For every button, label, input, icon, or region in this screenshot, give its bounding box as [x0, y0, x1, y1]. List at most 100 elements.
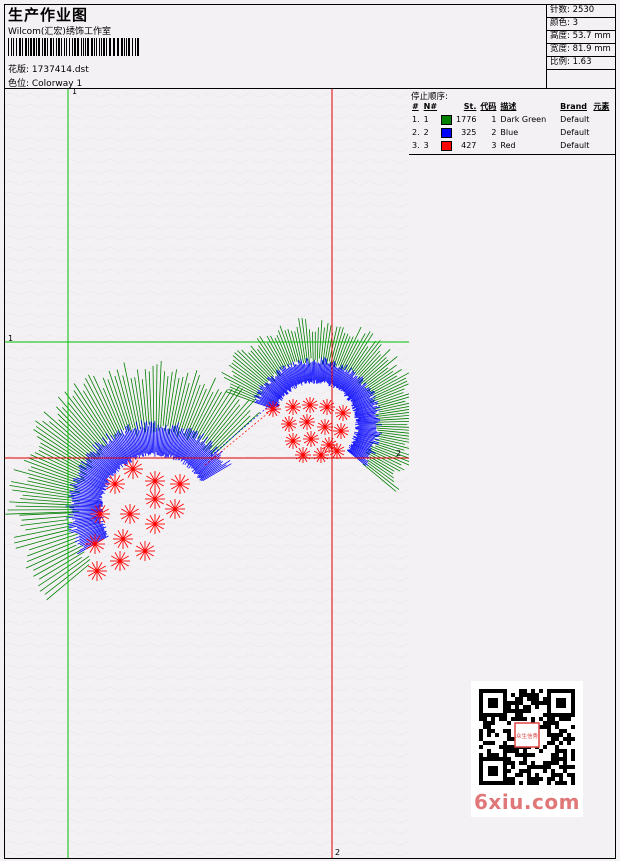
leaf-stitch — [155, 364, 158, 432]
qr-module — [559, 729, 563, 733]
fabric-row — [5, 709, 409, 713]
qr-module — [535, 705, 539, 709]
qr-module — [547, 733, 551, 737]
column-header: N# — [423, 102, 438, 111]
qr-module — [535, 697, 539, 701]
barcode-bar — [8, 38, 9, 56]
qr-module — [495, 753, 499, 757]
fabric-row — [5, 247, 409, 251]
design-scale: 比例: 1.63 — [550, 57, 592, 67]
barcode-bar — [66, 38, 67, 56]
qr-module — [563, 765, 567, 769]
barcode-bar — [28, 38, 29, 56]
qr-module — [571, 725, 575, 729]
color-swatch — [441, 140, 453, 151]
fabric-row — [5, 643, 409, 647]
barcode-bar — [103, 38, 105, 56]
qr-module — [515, 701, 519, 705]
guide-label-red-vertical: 2 — [335, 848, 341, 857]
code-cell: 3 — [491, 141, 497, 150]
barcode-bar — [16, 38, 17, 56]
stitch-count-cell: 1776 — [456, 115, 477, 124]
qr-module — [527, 781, 531, 785]
leaf-stitch — [228, 364, 263, 388]
leaf-stitch — [20, 519, 69, 526]
qr-module — [523, 761, 527, 765]
fabric-row — [5, 588, 409, 592]
qr-module — [479, 729, 483, 733]
qr-module — [507, 757, 511, 761]
qr-module — [531, 753, 535, 757]
leaf-stitch — [233, 359, 269, 389]
qr-module — [515, 773, 519, 777]
qr-finder-eye — [488, 698, 498, 708]
qr-module — [519, 701, 523, 705]
design-width: 宽度: 81.9 mm — [550, 44, 611, 54]
site-watermark: 6xiu.com — [474, 790, 580, 814]
stop-sequence-table: # N# St. 代码 描述 Brand 元素 1. 1 1776 1 Dark… — [410, 100, 611, 152]
color-count: 颜色: 3 — [550, 18, 578, 28]
qr-module — [511, 717, 515, 721]
leaf-stitch — [256, 338, 281, 372]
fabric-row — [5, 115, 409, 119]
qr-module — [523, 753, 527, 757]
barcode-bar — [109, 38, 111, 56]
qr-module — [539, 717, 543, 721]
qr-module — [551, 761, 555, 765]
qr-module — [527, 765, 531, 769]
qr-module — [531, 781, 535, 785]
qr-module — [519, 697, 523, 701]
fabric-row — [5, 852, 409, 856]
qr-module — [519, 753, 523, 757]
fabric-row — [5, 324, 409, 328]
qr-module — [563, 769, 567, 773]
qr-module — [543, 713, 547, 717]
qr-module — [511, 765, 515, 769]
qr-module — [519, 773, 523, 777]
fabric-row — [5, 93, 409, 97]
qr-module — [519, 713, 523, 717]
barcode-bar — [47, 38, 48, 56]
fabric-row — [5, 841, 409, 845]
qr-module — [547, 717, 551, 721]
qr-module — [567, 765, 571, 769]
leaf-stitch — [375, 393, 409, 405]
qr-module — [503, 729, 507, 733]
qr-module — [543, 769, 547, 773]
qr-module — [559, 741, 563, 745]
fabric-row — [5, 214, 409, 218]
leaf-stitch — [312, 331, 314, 366]
leaf-stitch — [36, 436, 88, 468]
barcode-bar — [61, 38, 62, 56]
qr-module — [527, 705, 531, 709]
barcode-bar — [128, 38, 130, 56]
fabric-row — [5, 225, 409, 229]
qr-module — [559, 773, 563, 777]
leaf-stitch — [379, 418, 409, 421]
qr-module — [547, 721, 551, 725]
leaf-stitch — [21, 515, 74, 521]
satin-stitch — [312, 361, 315, 384]
qr-module — [551, 757, 555, 761]
qr-module — [531, 693, 535, 697]
fabric-row — [5, 775, 409, 779]
fabric-row — [5, 720, 409, 724]
qr-module — [559, 765, 563, 769]
barcode-bar — [19, 38, 21, 56]
barcode-bar — [22, 38, 23, 56]
leaf-stitch — [15, 505, 75, 508]
code-cell: 1 — [491, 115, 497, 124]
qr-module — [511, 781, 515, 785]
stats-divider — [546, 69, 616, 70]
qr-module — [555, 761, 559, 765]
qr-module — [515, 753, 519, 757]
qr-module — [479, 733, 483, 737]
qr-module — [559, 777, 563, 781]
fabric-row — [5, 731, 409, 735]
satin-stitch — [358, 425, 377, 427]
qr-module — [523, 693, 527, 697]
fabric-row — [5, 104, 409, 108]
qr-module — [479, 717, 483, 721]
qr-module — [563, 761, 567, 765]
qr-module — [543, 761, 547, 765]
